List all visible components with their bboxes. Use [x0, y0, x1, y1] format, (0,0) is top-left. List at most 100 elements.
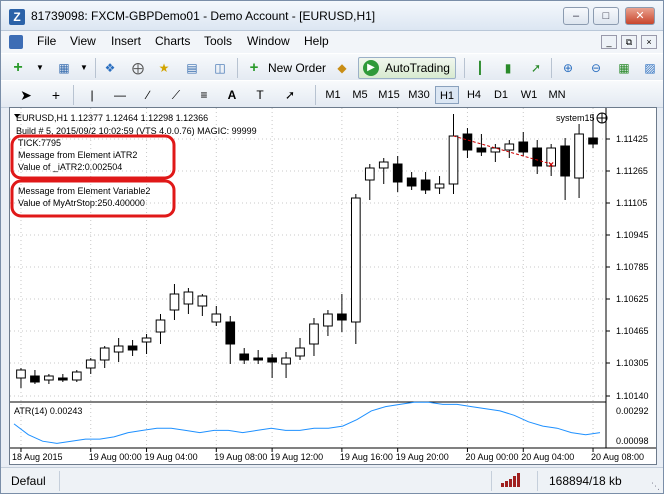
price-tick-label: 1.10625	[616, 294, 649, 304]
title-bar[interactable]: Z 81739098: FXCM-GBPDemo01 - Demo Accoun…	[1, 1, 663, 31]
market-watch-icon[interactable]: ❖	[101, 59, 119, 77]
dropdown-arrow-icon[interactable]: ▼	[75, 59, 93, 77]
chart-shift-icon[interactable]: ▨	[641, 59, 659, 77]
metaeditor-icon[interactable]: ◆	[333, 59, 351, 77]
new-chart-icon[interactable]: +	[9, 59, 27, 77]
minimize-button[interactable]: –	[563, 7, 589, 25]
mdi-restore-button[interactable]: ⧉	[621, 35, 637, 49]
vertical-line-icon[interactable]: |	[83, 86, 101, 104]
indicator-label: ATR(14) 0.00243	[14, 406, 82, 416]
menu-help[interactable]: Help	[304, 34, 329, 48]
close-button[interactable]: ✕	[625, 7, 655, 25]
new-order-icon[interactable]: +	[245, 59, 263, 77]
trade-close-marker: ×	[548, 160, 554, 171]
candle-body	[420, 179, 431, 191]
timeframe-m1[interactable]: M1	[321, 86, 345, 104]
app-logo-icon: Z	[9, 9, 25, 25]
menu-insert[interactable]: Insert	[111, 34, 141, 48]
zoom-in-icon[interactable]: ⊕	[559, 59, 577, 77]
candle-body	[71, 371, 82, 381]
text-icon[interactable]: A	[223, 86, 241, 104]
status-divider	[59, 471, 60, 491]
horizontal-line-icon[interactable]: —	[111, 86, 129, 104]
connection-status-icon[interactable]	[501, 473, 523, 487]
equidistant-channel-icon[interactable]: ⟋	[167, 86, 185, 104]
atr-indicator	[13, 401, 601, 444]
candle-body	[337, 313, 347, 321]
text-label-icon[interactable]: T	[251, 86, 269, 104]
timeframe-h1[interactable]: H1	[435, 86, 459, 104]
candle-body	[434, 183, 445, 189]
ea-smiley-icon	[596, 112, 608, 124]
candle-body	[85, 359, 96, 369]
comment-value-1: Value of _iATR2:0.002504	[18, 162, 122, 172]
chart-window[interactable]: × 1.11425 1.11265 1.11105 1.10945 1.10785 1.1…	[9, 107, 657, 465]
candle-body	[127, 345, 138, 351]
status-divider	[491, 471, 492, 491]
cursor-icon[interactable]: ➤	[17, 86, 35, 104]
candle-body	[197, 295, 208, 307]
symbol-info: EURUSD,H1 1.12377 1.12464 1.12298 1.1236…	[16, 113, 208, 123]
zoom-out-icon[interactable]: ⊖	[587, 59, 605, 77]
menu-charts[interactable]: Charts	[155, 34, 190, 48]
terminal-icon[interactable]: ▤	[183, 59, 201, 77]
line-chart-icon[interactable]: ➚	[527, 59, 545, 77]
menu-view[interactable]: View	[70, 34, 96, 48]
dropdown-arrow-icon[interactable]: ▼	[31, 59, 49, 77]
candle-body	[378, 161, 389, 169]
time-tick-label: 20 Aug 04:00	[521, 452, 574, 462]
menu-window[interactable]: Window	[247, 34, 290, 48]
tile-windows-icon[interactable]: ▦	[615, 59, 633, 77]
ea-name: system15	[556, 113, 595, 123]
price-tick-label: 1.11105	[616, 198, 647, 208]
comment-message-2: Message from Element Variable2	[18, 186, 150, 196]
crosshair-icon[interactable]: +	[47, 86, 65, 104]
candle-body	[532, 147, 543, 167]
time-tick-label: 19 Aug 16:00	[340, 452, 393, 462]
timeframe-m30[interactable]: M30	[405, 86, 433, 104]
time-tick-label: 18 Aug 2015	[12, 452, 63, 462]
timeframe-mn[interactable]: MN	[544, 86, 570, 104]
strategy-tester-icon[interactable]: ◫	[211, 59, 229, 77]
terminal-window: Z 81739098: FXCM-GBPDemo01 - Demo Accoun…	[0, 0, 664, 494]
maximize-button[interactable]: □	[593, 7, 619, 25]
data-window-icon[interactable]: ⨁	[129, 59, 147, 77]
price-chart[interactable]: × 1.114251.112651.111051.109451.107851.1…	[10, 108, 656, 464]
candle-body	[448, 135, 459, 185]
chart-window-icon[interactable]	[9, 35, 23, 49]
candle-body	[351, 197, 361, 323]
menu-file[interactable]: File	[37, 34, 56, 48]
candle-body	[323, 313, 333, 327]
candlestick-icon[interactable]: ▮	[499, 59, 517, 77]
window-title: 81739098: FXCM-GBPDemo01 - Demo Account …	[31, 9, 376, 23]
standard-toolbar: + ▼ ▦ ▼ ❖ ⨁ ★ ▤ ◫ + New Order ◆ ▶ AutoTr…	[1, 53, 663, 81]
mdi-minimize-button[interactable]: _	[601, 35, 617, 49]
arrows-icon[interactable]: ➚	[281, 86, 299, 104]
time-tick-label: 19 Aug 08:00	[214, 452, 267, 462]
time-tick-label: 19 Aug 04:00	[145, 452, 198, 462]
profiles-icon[interactable]: ▦	[55, 59, 73, 77]
timeframe-m5[interactable]: M5	[348, 86, 372, 104]
atr-line	[13, 401, 601, 444]
autotrading-button[interactable]: ▶ AutoTrading	[358, 57, 456, 79]
menu-tools[interactable]: Tools	[204, 34, 232, 48]
candle-body	[267, 357, 277, 363]
menu-bar: File View Insert Charts Tools Window Hel…	[1, 31, 663, 53]
timeframe-w1[interactable]: W1	[517, 86, 541, 104]
navigator-icon[interactable]: ★	[155, 59, 173, 77]
candle-body	[44, 375, 54, 381]
timeframe-m15[interactable]: M15	[375, 86, 403, 104]
candle-body	[476, 147, 487, 153]
trendline-icon[interactable]: ∕	[139, 86, 157, 104]
candle-body	[364, 167, 375, 181]
bar-chart-icon[interactable]: ┃	[471, 59, 489, 77]
resize-grip-icon[interactable]: ⋱	[651, 481, 661, 491]
mdi-close-button[interactable]: ×	[641, 35, 657, 49]
new-order-button[interactable]: New Order	[268, 61, 326, 75]
candle-body	[155, 319, 166, 333]
indicator-max-label: 0.00292	[616, 406, 649, 416]
candle-body	[560, 145, 570, 177]
timeframe-d1[interactable]: D1	[489, 86, 513, 104]
timeframe-h4[interactable]: H4	[462, 86, 486, 104]
fibonacci-icon[interactable]: ≡	[195, 86, 213, 104]
